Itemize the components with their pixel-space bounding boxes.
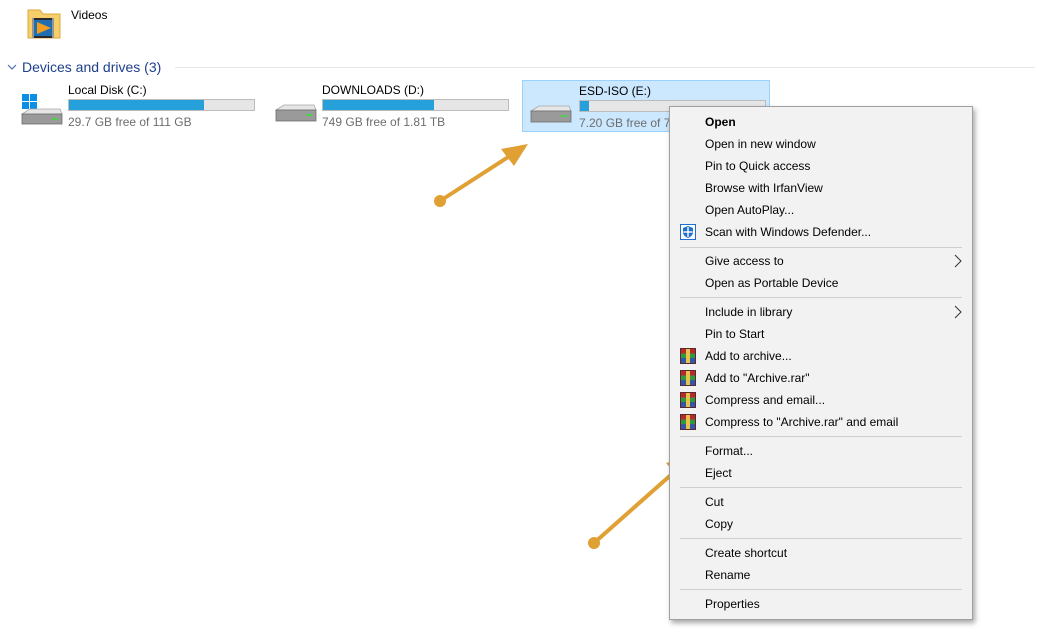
menu-item-open[interactable]: Open xyxy=(672,111,970,133)
drive-name: Local Disk (C:) xyxy=(68,83,147,97)
menu-item-properties[interactable]: Properties xyxy=(672,593,970,615)
menu-item-label: Compress and email... xyxy=(705,393,826,407)
menu-item-add-archive[interactable]: Add to archive... xyxy=(672,345,970,367)
menu-item-label: Eject xyxy=(705,466,732,480)
menu-item-label: Compress to "Archive.rar" and email xyxy=(705,415,899,429)
drive-usage-bar xyxy=(322,99,509,111)
drive-free-space: 749 GB free of 1.81 TB xyxy=(322,115,446,129)
folder-label[interactable]: Videos xyxy=(71,8,107,22)
chevron-right-icon xyxy=(954,305,962,319)
menu-item-create-shortcut[interactable]: Create shortcut xyxy=(672,542,970,564)
menu-item-label: Include in library xyxy=(705,305,793,319)
drive-usage-fill xyxy=(69,100,205,110)
menu-item-compress-rar-email[interactable]: Compress to "Archive.rar" and email xyxy=(672,411,970,433)
menu-item-rename[interactable]: Rename xyxy=(672,564,970,586)
menu-item-format[interactable]: Format... xyxy=(672,440,970,462)
video-folder-icon xyxy=(27,9,61,39)
menu-item-open-portable[interactable]: Open as Portable Device xyxy=(672,272,970,294)
menu-item-label: Open in new window xyxy=(705,137,816,151)
chevron-down-icon xyxy=(7,64,17,70)
group-divider xyxy=(175,67,1035,68)
menu-item-label: Properties xyxy=(705,597,760,611)
menu-item-label: Copy xyxy=(705,517,734,531)
drive-usage-fill xyxy=(323,100,434,110)
menu-item-label: Create shortcut xyxy=(705,546,788,560)
menu-item-browse-irfanview[interactable]: Browse with IrfanView xyxy=(672,177,970,199)
menu-item-label: Rename xyxy=(705,568,751,582)
context-menu: Open Open in new window Pin to Quick acc… xyxy=(669,106,973,620)
menu-item-label: Add to archive... xyxy=(705,349,792,363)
menu-item-label: Give access to xyxy=(705,254,784,268)
chevron-right-icon xyxy=(954,254,962,268)
winrar-icon xyxy=(680,414,696,430)
drive-usage-bar xyxy=(68,99,255,111)
hard-drive-icon xyxy=(529,105,572,123)
drive-name: DOWNLOADS (D:) xyxy=(322,83,424,97)
menu-item-compress-email[interactable]: Compress and email... xyxy=(672,389,970,411)
drive-tile-c[interactable]: Local Disk (C:) 29.7 GB free of 111 GB xyxy=(18,80,266,132)
menu-item-label: Open xyxy=(705,115,736,129)
menu-separator xyxy=(680,589,962,590)
menu-item-label: Cut xyxy=(705,495,724,509)
winrar-icon xyxy=(680,348,696,364)
menu-item-label: Pin to Quick access xyxy=(705,159,811,173)
annotation-arrow-drive xyxy=(434,144,528,207)
drive-name: ESD-ISO (E:) xyxy=(579,84,652,98)
group-header-devices[interactable]: Devices and drives (3) xyxy=(6,57,161,77)
drive-tile-d[interactable]: DOWNLOADS (D:) 749 GB free of 1.81 TB xyxy=(272,80,520,132)
menu-separator xyxy=(680,538,962,539)
winrar-icon xyxy=(680,370,696,386)
menu-item-label: Pin to Start xyxy=(705,327,765,341)
menu-item-give-access[interactable]: Give access to xyxy=(672,250,970,272)
windows-defender-icon xyxy=(680,224,696,240)
drive-free-space: 7.20 GB free of 7. xyxy=(579,116,674,130)
menu-item-cut[interactable]: Cut xyxy=(672,491,970,513)
drive-usage-fill xyxy=(580,101,590,111)
menu-item-label: Scan with Windows Defender... xyxy=(705,225,872,239)
hard-drive-icon xyxy=(274,104,317,122)
menu-item-label: Open AutoPlay... xyxy=(705,203,795,217)
menu-item-open-autoplay[interactable]: Open AutoPlay... xyxy=(672,199,970,221)
drive-free-space: 29.7 GB free of 111 GB xyxy=(68,115,192,129)
windows-drive-icon xyxy=(20,94,63,125)
menu-item-include-library[interactable]: Include in library xyxy=(672,301,970,323)
menu-separator xyxy=(680,247,962,248)
winrar-icon xyxy=(680,392,696,408)
menu-item-pin-quick-access[interactable]: Pin to Quick access xyxy=(672,155,970,177)
menu-item-scan-defender[interactable]: Scan with Windows Defender... xyxy=(672,221,970,243)
menu-item-pin-start[interactable]: Pin to Start xyxy=(672,323,970,345)
menu-item-open-new-window[interactable]: Open in new window xyxy=(672,133,970,155)
group-title: Devices and drives (3) xyxy=(22,59,162,75)
menu-item-label: Open as Portable Device xyxy=(705,276,839,290)
menu-item-label: Format... xyxy=(705,444,754,458)
menu-item-add-archive-rar[interactable]: Add to "Archive.rar" xyxy=(672,367,970,389)
menu-item-copy[interactable]: Copy xyxy=(672,513,970,535)
menu-separator xyxy=(680,436,962,437)
menu-item-label: Browse with IrfanView xyxy=(705,181,823,195)
menu-separator xyxy=(680,487,962,488)
menu-separator xyxy=(680,297,962,298)
menu-item-eject[interactable]: Eject xyxy=(672,462,970,484)
menu-item-label: Add to "Archive.rar" xyxy=(705,371,810,385)
